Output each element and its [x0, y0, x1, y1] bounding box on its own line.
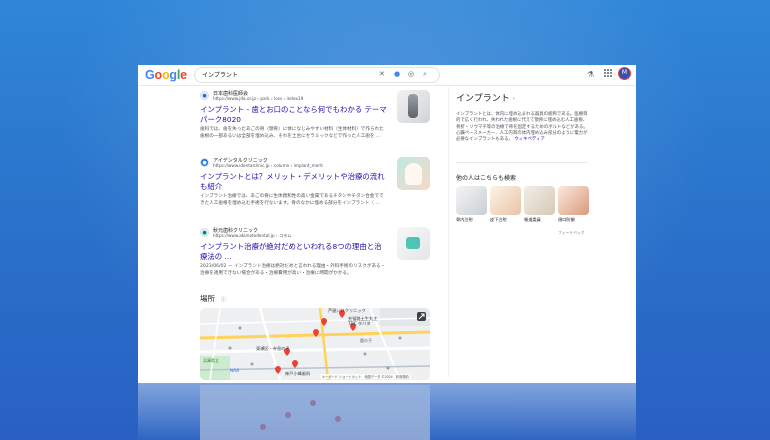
site-favicon-icon: ●	[200, 228, 209, 237]
related-label: 骨内注射	[456, 217, 473, 222]
info-icon[interactable]: ⓘ	[221, 297, 226, 303]
related-thumbnail	[524, 186, 555, 215]
site-url: https://www.jda.or.jp › park › loss › in…	[213, 96, 304, 101]
site-favicon-icon: ●	[200, 158, 209, 167]
map-label[interactable]: TDC タバタ	[348, 321, 371, 327]
google-logo[interactable]: Google	[145, 68, 187, 82]
map-label: NAVI	[230, 368, 240, 373]
map-label[interactable]: 芦屋ｼﾝﾀﾙクリニック	[328, 308, 366, 314]
site-favicon-icon: ●	[200, 91, 209, 100]
chevron-right-icon[interactable]: ›	[513, 96, 515, 102]
result-source[interactable]: ● 秋元歯科クリニック https://www.akimotodental.jp…	[200, 227, 430, 241]
related-search-item[interactable]: 骨内注射	[456, 186, 487, 223]
knowledge-panel-title: インプラント ›	[456, 91, 626, 104]
map-attribution[interactable]: キーボード ショートカット 地図データ ©2024 利用規約	[320, 374, 411, 379]
wikipedia-link[interactable]: ウィキペディア	[514, 137, 544, 142]
result-thumbnail[interactable]	[397, 90, 430, 123]
clear-icon[interactable]: ✕	[379, 70, 385, 79]
result-source[interactable]: ● 日本歯科医師会 https://www.jda.or.jp › park ›…	[200, 90, 430, 104]
site-url: https://www.akimotodental.jp › コラム	[213, 233, 292, 238]
related-label: 顔口防御	[558, 217, 575, 222]
map-label: 鹿の子	[360, 338, 372, 343]
lens-icon[interactable]: ◎	[408, 70, 414, 79]
apps-grid-icon[interactable]	[604, 69, 612, 77]
result-title-link[interactable]: インプラントとは？メリット・デメリットや治療の流れも紹介	[200, 172, 388, 191]
related-search-item[interactable]: 報道委員	[524, 186, 555, 223]
places-heading: 場所	[200, 294, 215, 303]
avatar[interactable]: M	[618, 67, 631, 80]
related-label: 報道委員	[524, 217, 541, 222]
related-thumbnail	[456, 186, 487, 215]
reflection-map-ghost	[200, 385, 430, 440]
microphone-icon[interactable]: ●	[394, 70, 400, 79]
result-thumbnail[interactable]	[397, 227, 430, 260]
result-title-link[interactable]: インプラント治療が絶対だめといわれる8つの理由と治療法の ...	[200, 242, 388, 261]
search-header: Google インプラント ✕ ● ◎ ⌕ ⚗ M	[138, 65, 636, 86]
related-label: 皮下注射	[490, 217, 507, 222]
knowledge-panel: インプラント › インプラントとは、体内に埋め込まれる器具の総称である。医療目的で…	[456, 91, 626, 235]
feedback-link[interactable]: フィードバック	[558, 230, 585, 236]
search-result: ● 秋元歯科クリニック https://www.akimotodental.jp…	[200, 227, 430, 277]
window-reflection	[138, 383, 636, 440]
result-source[interactable]: ● アイデンタルクリニック https://www.identalclinic.…	[200, 157, 430, 171]
related-search-item[interactable]: 顔口防御	[558, 186, 589, 223]
browser-window: Google インプラント ✕ ● ◎ ⌕ ⚗ M ● 日本歯科医師会 http…	[138, 65, 636, 383]
search-icon[interactable]: ⌕	[423, 70, 427, 79]
result-title-link[interactable]: インプラント - 歯とお口のことなら何でもわかる テーマパーク8020	[200, 105, 388, 124]
search-result: ● アイデンタルクリニック https://www.identalclinic.…	[200, 157, 430, 207]
related-thumbnail	[490, 186, 521, 215]
divider	[456, 162, 588, 163]
places-map[interactable]: 芦屋ｼﾝﾀﾙクリニック 芸留路土生丸主 TDC タバタ 東瀬区・寺島の予 神戸小…	[200, 308, 430, 380]
map-label[interactable]: 東瀬区・寺島の予	[256, 346, 290, 352]
result-snippet: インプラント治療では、あごの骨に生体親和性の高い金属であるチタンやチタン合金でで…	[200, 194, 384, 206]
related-search-item[interactable]: 皮下注射	[490, 186, 521, 223]
site-url: https://www.identalclinic.jp › column › …	[213, 163, 323, 168]
related-searches-heading: 他の人はこちらも検索	[456, 175, 517, 182]
result-thumbnail[interactable]	[397, 157, 430, 190]
result-snippet: 歯科では、歯を失ったあごの骨（顎骨）に体になじみやすい材料（生体材料）で作られた…	[200, 127, 384, 139]
related-thumbnail	[558, 186, 589, 215]
search-box[interactable]: インプラント ✕ ● ◎ ⌕	[194, 67, 440, 83]
labs-flask-icon[interactable]: ⚗	[587, 70, 594, 79]
map-label: 兵庫県立	[203, 358, 219, 363]
search-result: ● 日本歯科医師会 https://www.jda.or.jp › park ›…	[200, 90, 430, 140]
knowledge-panel-description: インプラントとは、体内に埋め込まれる器具の総称である。医療目的で広く行われ、失わ…	[456, 112, 588, 143]
search-input[interactable]: インプラント	[202, 70, 238, 79]
map-label[interactable]: 神戸小峰歯科	[285, 371, 310, 377]
kp-title-text: インプラント	[456, 94, 510, 104]
column-divider	[448, 87, 449, 377]
places-section-title: 場所 ⓘ	[200, 293, 226, 304]
result-snippet: 2023/06/02 — インプラント治療は絶対だめと言われる理由・外科手術のリ…	[200, 264, 386, 276]
